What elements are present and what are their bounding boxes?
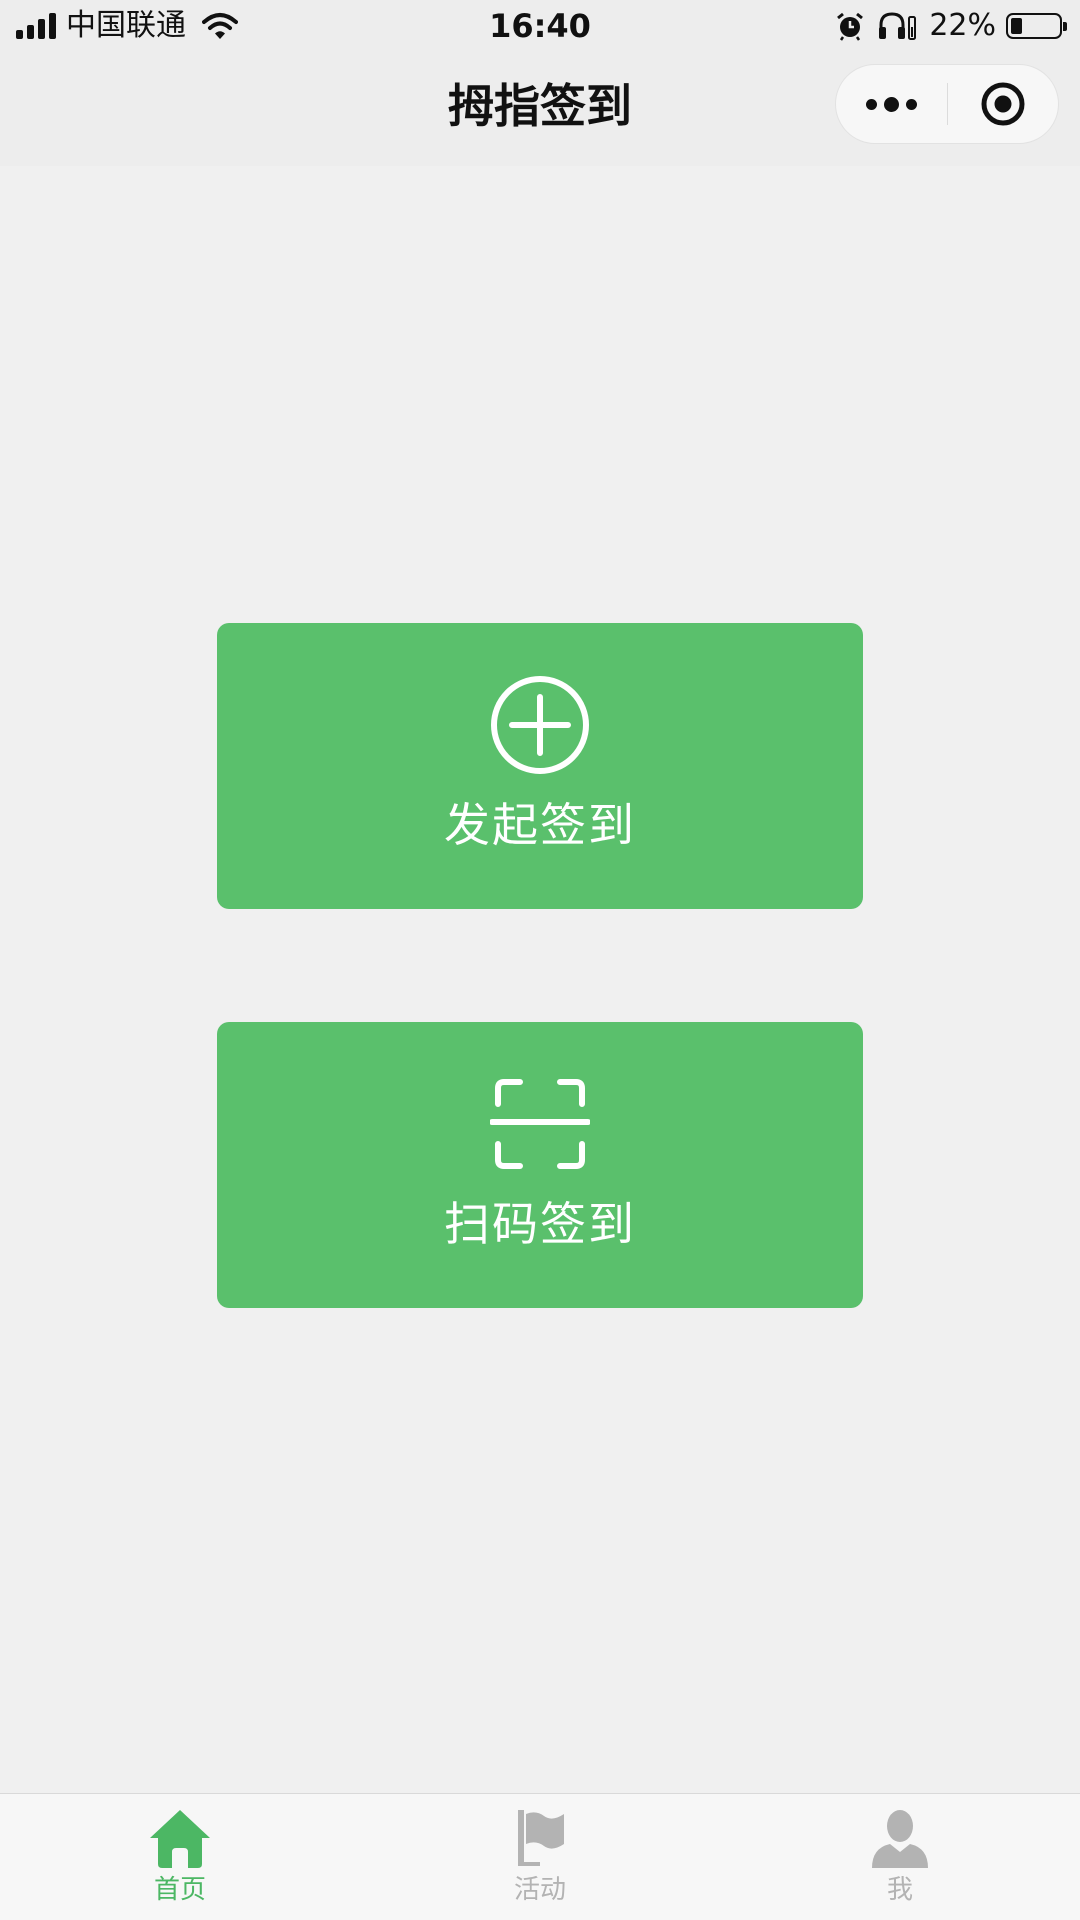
navigation-bar: 拇指签到 xyxy=(0,52,1080,166)
more-icon xyxy=(866,98,877,110)
tab-me-label: 我 xyxy=(886,1875,913,1905)
start-sign-in-button[interactable]: 发起签到 xyxy=(217,623,863,909)
tab-activity[interactable]: 活动 xyxy=(440,1794,640,1920)
tab-me[interactable]: 我 xyxy=(800,1794,1000,1920)
battery-level-fill xyxy=(1011,18,1023,34)
headphones-icon xyxy=(879,12,917,40)
scan-icon xyxy=(490,1079,590,1169)
tab-home[interactable]: 首页 xyxy=(80,1794,280,1920)
alarm-icon xyxy=(837,12,864,41)
scan-sign-in-button[interactable]: 扫码签到 xyxy=(217,1022,863,1308)
battery-icon xyxy=(1006,13,1067,39)
close-miniprogram-icon xyxy=(981,82,1025,126)
person-icon xyxy=(872,1810,928,1868)
miniprogram-capsule xyxy=(835,64,1059,144)
more-icon-center xyxy=(884,96,899,112)
scan-sign-in-label: 扫码签到 xyxy=(444,1197,636,1251)
more-icon-right xyxy=(906,98,917,110)
tab-home-label: 首页 xyxy=(153,1875,206,1905)
flag-icon xyxy=(518,1810,564,1866)
tab-bar: 首页 活动 我 xyxy=(0,1793,1080,1920)
close-miniprogram-button[interactable] xyxy=(948,65,1058,143)
start-sign-in-label: 发起签到 xyxy=(444,798,636,852)
plus-circle-icon xyxy=(491,676,589,774)
status-bar: 中国联通 16:40 22% xyxy=(0,0,1080,52)
battery-percentage: 22% xyxy=(929,8,996,43)
more-button[interactable] xyxy=(836,65,947,143)
home-icon xyxy=(150,1810,210,1868)
status-bar-right: 22% xyxy=(835,6,1067,46)
tab-activity-label: 活动 xyxy=(513,1875,566,1905)
